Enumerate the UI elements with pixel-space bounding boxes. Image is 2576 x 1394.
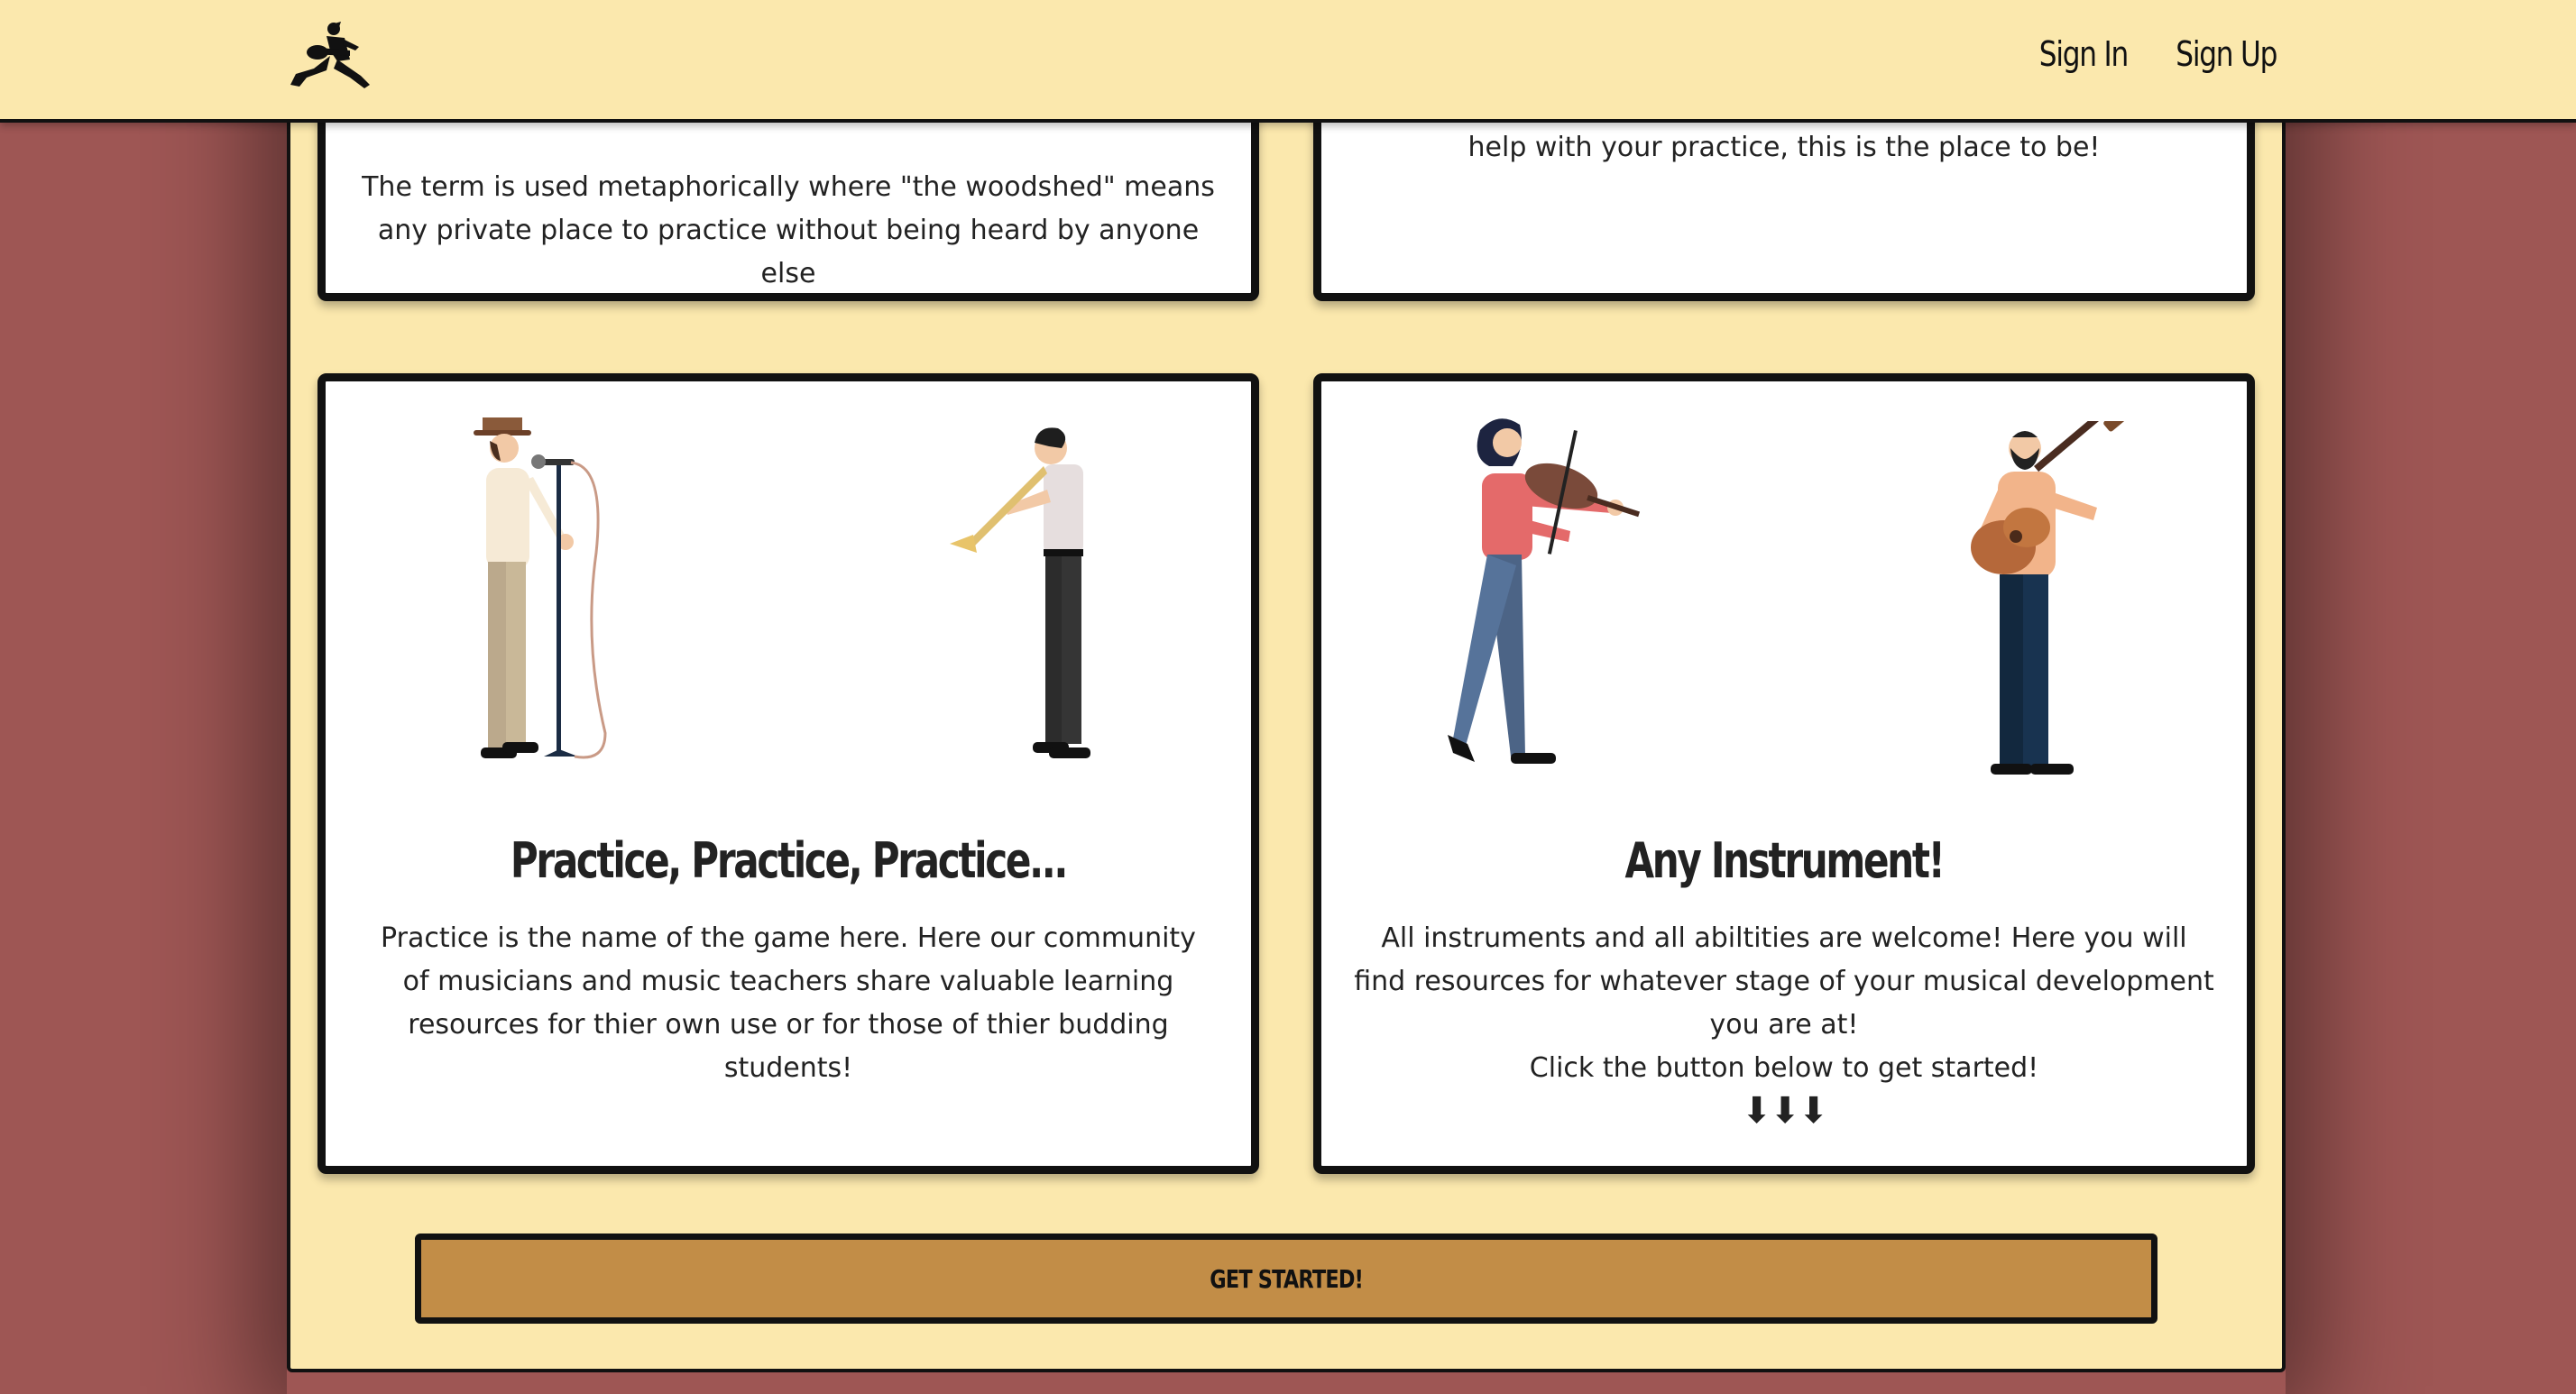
trumpet-player-illustration xyxy=(950,427,1090,758)
violinist-illustration xyxy=(1448,418,1641,764)
sign-up-link[interactable]: Sign Up xyxy=(2176,34,2277,74)
jumping-guitarist-icon[interactable] xyxy=(287,20,373,92)
get-started-label: GET STARTED! xyxy=(1210,1263,1364,1294)
instrument-text: All instruments and all abiltities are w… xyxy=(1354,922,2214,1041)
practice-title: Practice, Practice, Practice... xyxy=(510,832,1069,889)
card-instrument: Any Instrument! All instruments and all … xyxy=(1313,373,2255,1174)
get-started-button[interactable]: GET STARTED! xyxy=(415,1234,2157,1324)
card-help-text: help with your practice, this is the pla… xyxy=(1467,132,2101,163)
instrument-title: Any Instrument! xyxy=(1624,832,1945,889)
instrument-cta-hint: Click the button below to get started! xyxy=(1529,1052,2039,1084)
nav-links: Sign In Sign Up xyxy=(2029,34,2287,74)
sign-in-link[interactable]: Sign In xyxy=(2039,34,2129,74)
singer-illustration xyxy=(474,417,607,759)
card-woodshed-text: The term is used metaphorically where "t… xyxy=(362,171,1215,289)
down-arrows-icon: ⬇⬇⬇ xyxy=(1741,1090,1829,1132)
navbar: Sign In Sign Up xyxy=(0,0,2576,123)
guitarist-illustration xyxy=(1971,421,2125,775)
card-practice: Practice, Practice, Practice... Practice… xyxy=(317,373,1259,1174)
practice-text: Practice is the name of the game here. H… xyxy=(381,922,1196,1084)
